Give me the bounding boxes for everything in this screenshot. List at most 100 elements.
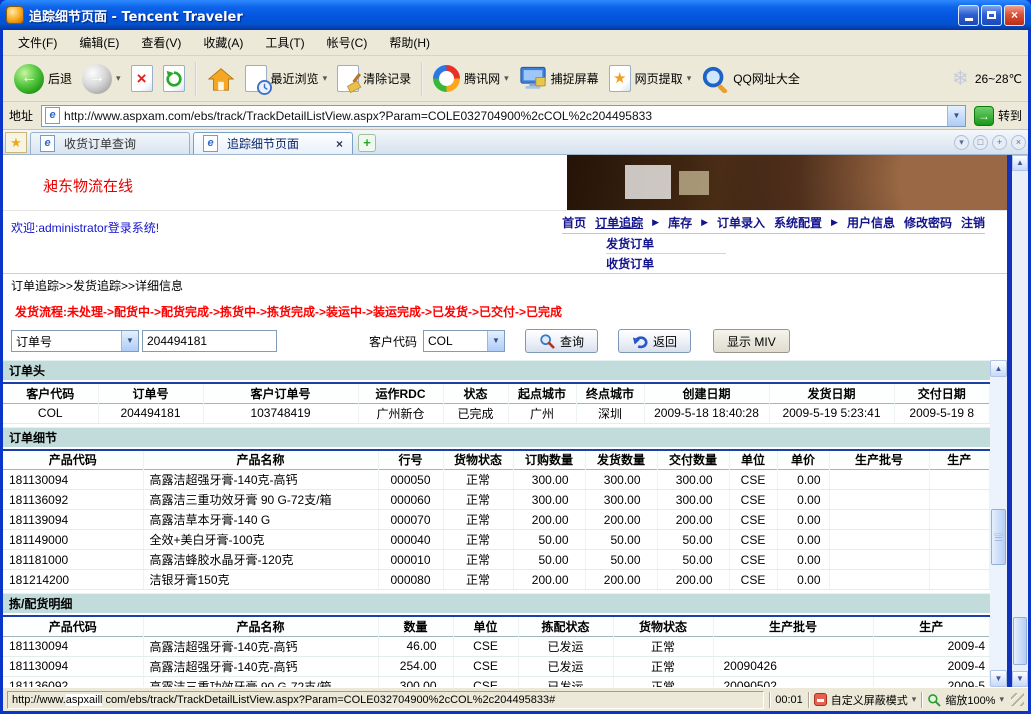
- column-header: 创建日期: [644, 383, 769, 403]
- minimize-button[interactable]: [958, 5, 979, 26]
- resize-grip[interactable]: [1011, 693, 1024, 706]
- return-button[interactable]: 返回: [618, 329, 691, 353]
- tab-track-detail[interactable]: e 追踪细节页面 ×: [193, 132, 353, 154]
- table-cell: 300.00: [657, 470, 729, 490]
- back-button[interactable]: ← 后退: [9, 61, 77, 97]
- zoom-caret-icon[interactable]: ▾: [999, 694, 1004, 705]
- table-row: 181136092高露洁三重功效牙膏 90 G-72支/箱000060正常300…: [3, 490, 990, 510]
- column-header: 运作RDC: [358, 383, 443, 403]
- search-form: 订单号 ▼ 客户代码 COL ▼ 查询 返回 显示 MIV: [11, 329, 1007, 353]
- stop-button[interactable]: ×: [126, 62, 158, 95]
- web-extract-button[interactable]: ★ 网页提取 ▾: [604, 62, 697, 95]
- recent-caret-icon[interactable]: ▾: [323, 73, 328, 84]
- restore-layout-button[interactable]: □: [973, 135, 988, 150]
- recent-history-button[interactable]: 最近浏览 ▾: [240, 62, 333, 95]
- column-header: 交付日期: [894, 383, 990, 403]
- query-button[interactable]: 查询: [525, 329, 598, 353]
- window-scrollbar[interactable]: ▲ ▼: [1012, 155, 1028, 687]
- close-button[interactable]: ×: [1004, 5, 1025, 26]
- menu-file[interactable]: 文件(F): [7, 31, 68, 54]
- table-cell: COL: [3, 403, 98, 423]
- qq-sites-button[interactable]: QQ网址大全: [696, 62, 805, 96]
- tab-list-button[interactable]: ▾: [954, 135, 969, 150]
- table-cell: 000040: [378, 530, 443, 550]
- table-cell: CSE: [453, 656, 518, 676]
- menu-account[interactable]: 帐号(C): [316, 31, 379, 54]
- weather-widget[interactable]: ❄ 26~28℃: [952, 66, 1022, 91]
- nav-logout[interactable]: 注销: [961, 214, 985, 231]
- capture-screen-button[interactable]: 捕捉屏幕: [514, 62, 604, 95]
- favorites-button[interactable]: ★: [5, 132, 27, 153]
- nav-ship-order[interactable]: 发货订单: [606, 234, 726, 254]
- block-mode-control[interactable]: 自定义屏蔽模式 ▾: [814, 692, 917, 708]
- clear-history-label: 清除记录: [363, 70, 411, 87]
- order-number-input[interactable]: [142, 330, 277, 352]
- address-input[interactable]: e http://www.aspxam.com/ebs/track/TrackD…: [41, 105, 966, 127]
- extract-caret-icon[interactable]: ▾: [687, 73, 692, 84]
- close-tabs-button[interactable]: ×: [1011, 135, 1026, 150]
- table-cell: 2009-5-19 8: [894, 403, 990, 423]
- maximize-button[interactable]: [981, 5, 1002, 26]
- scroll-up-button[interactable]: ▲: [990, 360, 1007, 377]
- nav-inventory[interactable]: 库存: [668, 214, 692, 231]
- menu-edit[interactable]: 编辑(E): [68, 31, 130, 54]
- zoom-control[interactable]: 缩放100% ▾: [927, 692, 1004, 708]
- home-button[interactable]: [202, 62, 240, 96]
- show-miv-button[interactable]: 显示 MIV: [713, 329, 790, 353]
- address-url[interactable]: http://www.aspxam.com/ebs/track/TrackDet…: [64, 109, 947, 123]
- new-tab-button[interactable]: +: [358, 134, 376, 152]
- scroll-track[interactable]: [990, 377, 1007, 670]
- table-cell: 200.00: [657, 510, 729, 530]
- table-cell: 000060: [378, 490, 443, 510]
- table-row: 181136092高露洁三重功效牙膏 90 G-72支/箱300.00CSE已发…: [3, 676, 990, 687]
- nav-change-password[interactable]: 修改密码: [904, 214, 952, 231]
- clear-history-button[interactable]: 清除记录: [332, 62, 416, 95]
- tencent-caret-icon[interactable]: ▾: [504, 73, 509, 84]
- scroll-down-button[interactable]: ▼: [1012, 671, 1028, 687]
- capture-screen-icon: [519, 65, 547, 92]
- table-cell: 高露洁超强牙膏-140克-高钙: [143, 470, 378, 490]
- scroll-up-button[interactable]: ▲: [1012, 155, 1028, 171]
- select-arrow-icon[interactable]: ▼: [121, 331, 138, 351]
- main-nav: 首页 订单追踪 ▶ 库存 ▶ 订单录入 系统配置 ▶ 用户信息 修改密码 注销 …: [562, 214, 999, 273]
- forward-button[interactable]: → ▾: [77, 61, 126, 97]
- pin-tabs-button[interactable]: +: [992, 135, 1007, 150]
- customer-code-select[interactable]: COL ▼: [423, 330, 505, 352]
- nav-system-config[interactable]: 系统配置: [774, 214, 822, 231]
- address-dropdown-button[interactable]: ▼: [947, 106, 965, 126]
- inner-scrollbar[interactable]: ▲ ▼: [990, 360, 1007, 687]
- nav-arrow-icon: ▶: [831, 217, 838, 228]
- table-header-row: 产品代码产品名称行号货物状态订购数量发货数量交付数量单位单价生产批号生产: [3, 450, 990, 470]
- select-arrow-icon[interactable]: ▼: [487, 331, 504, 351]
- tencent-site-button[interactable]: 腾讯网 ▾: [428, 62, 514, 95]
- scroll-down-button[interactable]: ▼: [990, 670, 1007, 687]
- order-type-select[interactable]: 订单号 ▼: [11, 330, 139, 352]
- nav-order-entry[interactable]: 订单录入: [717, 214, 765, 231]
- tab-close-icon[interactable]: ×: [336, 137, 343, 151]
- order-header-table: 客户代码订单号客户订单号运作RDC状态起点城市终点城市创建日期发货日期交付日期 …: [3, 382, 990, 424]
- return-arrow-icon: [632, 333, 648, 349]
- table-cell: 181136092: [3, 490, 143, 510]
- table-cell: 000070: [378, 510, 443, 530]
- table-cell: 2009-5-19 5:23:41: [769, 403, 894, 423]
- go-button[interactable]: → 转到: [974, 106, 1022, 126]
- web-extract-label: 网页提取: [635, 70, 683, 87]
- nav-user-info[interactable]: 用户信息: [847, 214, 895, 231]
- scroll-thumb[interactable]: [991, 509, 1006, 565]
- column-header: 数量: [378, 616, 453, 636]
- table-cell: [929, 470, 990, 490]
- menu-tools[interactable]: 工具(T): [254, 31, 315, 54]
- nav-receive-order[interactable]: 收货订单: [606, 254, 726, 273]
- menu-help[interactable]: 帮助(H): [378, 31, 441, 54]
- menu-favorites[interactable]: 收藏(A): [192, 31, 254, 54]
- forward-caret-icon[interactable]: ▾: [116, 73, 121, 84]
- tab-receive-order-query[interactable]: e 收货订单查询: [30, 132, 190, 154]
- table-row: 181130094高露洁超强牙膏-140克-高钙46.00CSE已发运正常200…: [3, 636, 990, 656]
- refresh-button[interactable]: [158, 62, 190, 95]
- menu-view[interactable]: 查看(V): [130, 31, 192, 54]
- block-mode-caret-icon[interactable]: ▾: [912, 694, 917, 705]
- nav-home[interactable]: 首页: [562, 214, 586, 231]
- nav-order-track[interactable]: 订单追踪: [595, 214, 643, 231]
- table-cell: 50.00: [513, 530, 585, 550]
- scroll-thumb[interactable]: [1013, 617, 1027, 665]
